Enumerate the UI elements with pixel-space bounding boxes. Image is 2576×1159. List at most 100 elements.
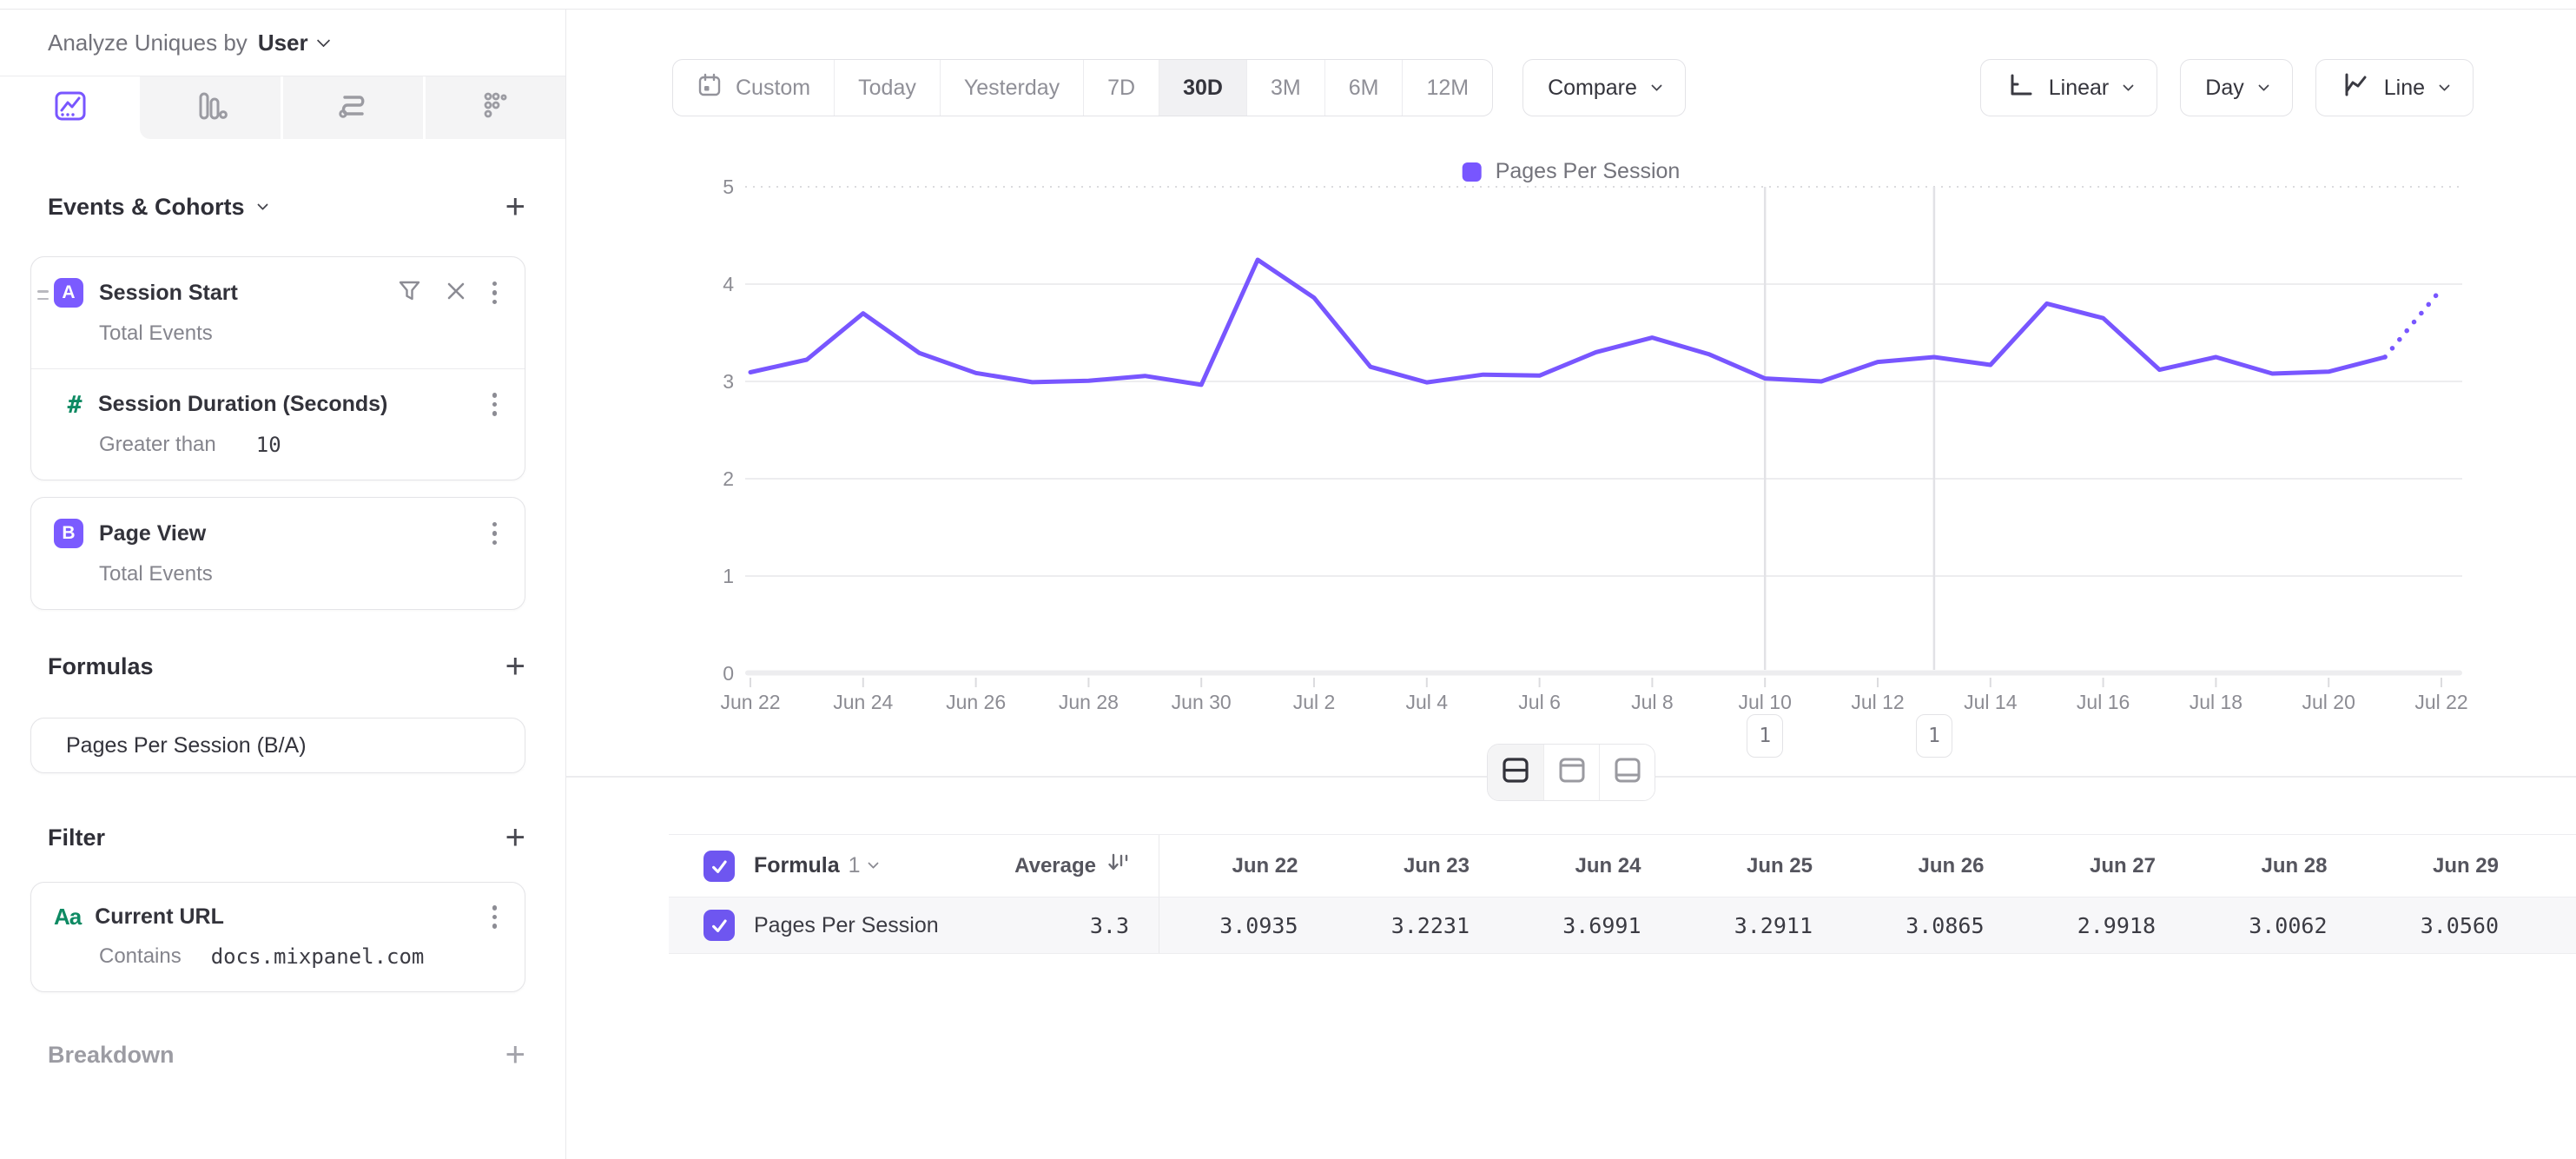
filter-title: Filter: [48, 825, 105, 851]
formulas-header: Formulas +: [48, 651, 525, 682]
report-main: CustomTodayYesterday7D30D3M6M12M Compare…: [566, 10, 2576, 1159]
event-a-measurement[interactable]: Total Events: [99, 321, 499, 346]
property-menu-icon[interactable]: [491, 391, 499, 418]
y-axis-label: 4: [723, 273, 734, 295]
event-a-badge: A: [54, 278, 83, 308]
insights-app: Analyze Uniques by User: [0, 10, 2576, 1159]
events-cohorts-header: Events & Cohorts +: [48, 191, 525, 222]
filter-property-name[interactable]: Current URL: [95, 904, 224, 930]
x-axis-label: Jul 18: [2190, 691, 2242, 713]
select-all-checkbox[interactable]: [703, 851, 735, 882]
add-filter-button[interactable]: +: [505, 825, 525, 851]
tab-metrics[interactable]: [423, 76, 565, 139]
average-column-header[interactable]: Average: [1014, 851, 1129, 881]
x-axis-label: Jul 14: [1964, 691, 2018, 713]
event-a-menu-icon[interactable]: [491, 280, 499, 307]
chevron-down-icon[interactable]: [257, 199, 268, 210]
y-axis-label: 2: [723, 467, 734, 490]
split-view-button[interactable]: [1488, 745, 1543, 800]
row-checkbox[interactable]: [703, 910, 735, 941]
filter-menu-icon[interactable]: [491, 904, 499, 931]
add-formula-button[interactable]: +: [505, 653, 525, 679]
chart-only-view-button[interactable]: [1543, 745, 1599, 800]
pages-per-session-line-chart: 012345Jun 22Jun 24Jun 26Jun 28Jun 30Jul …: [566, 10, 2576, 791]
date-column-value: 3.0865: [1846, 897, 2018, 953]
date-column-header[interactable]: Jun 29: [2361, 835, 2533, 897]
y-axis-label: 0: [723, 662, 734, 685]
annotation-badge[interactable]: 1: [1747, 714, 1783, 758]
event-b-menu-icon[interactable]: [491, 520, 499, 547]
property-operator[interactable]: Greater than: [99, 433, 216, 457]
remove-event-icon[interactable]: [446, 281, 466, 306]
date-column-header[interactable]: Jun 23: [1331, 835, 1503, 897]
date-column-header[interactable]: Jun 24: [1503, 835, 1674, 897]
sort-descending-icon: [1105, 851, 1129, 881]
add-breakdown-button[interactable]: +: [505, 1042, 525, 1068]
table-header-row: Formula 1 Average Jun 22Jun 23Jun 24Jun …: [669, 834, 2576, 897]
x-axis-label: Jun 30: [1172, 691, 1232, 713]
formula-expression[interactable]: Pages Per Session (B/A): [66, 733, 307, 758]
date-column-value: 2.9918: [2018, 897, 2190, 953]
y-axis-label: 1: [723, 565, 734, 587]
x-axis-baseline: [745, 671, 2462, 676]
tab-flow[interactable]: [281, 76, 423, 139]
property-value[interactable]: 10: [256, 433, 281, 457]
filter-card[interactable]: Aa Current URL Contains docs.mixpanel.co…: [30, 882, 525, 992]
filter-value[interactable]: docs.mixpanel.com: [211, 944, 425, 969]
results-table: Formula 1 Average Jun 22Jun 23Jun 24Jun …: [669, 834, 2576, 954]
metrics-icon: [475, 86, 515, 130]
date-column-value: 3.0935: [1159, 897, 1331, 953]
tab-insights-line[interactable]: [0, 76, 140, 139]
table-data-row[interactable]: Pages Per Session 3.3 3.09353.22313.6991…: [669, 897, 2576, 954]
event-b-name[interactable]: Page View: [99, 521, 206, 546]
filter-funnel-icon[interactable]: [398, 280, 421, 307]
event-a-row: A Session Start Total Events: [31, 257, 525, 368]
date-column-header[interactable]: Jun 28: [2189, 835, 2361, 897]
event-a-name[interactable]: Session Start: [99, 281, 238, 306]
date-column-header[interactable]: Jun 22: [1159, 835, 1331, 897]
row-average-value: 3.3: [1090, 913, 1129, 938]
formula-card[interactable]: Pages Per Session (B/A): [30, 718, 525, 773]
formula-header-label: Formula: [754, 853, 840, 878]
event-b-card[interactable]: B Page View Total Events: [30, 497, 525, 610]
x-axis-label: Jul 10: [1739, 691, 1792, 713]
x-axis-label: Jul 20: [2302, 691, 2355, 713]
event-b-badge: B: [54, 519, 83, 548]
x-axis-label: Jul 22: [2414, 691, 2467, 713]
date-column-header[interactable]: Jun 27: [2018, 835, 2190, 897]
event-b-measurement[interactable]: Total Events: [99, 562, 499, 586]
property-name[interactable]: Session Duration (Seconds): [98, 392, 387, 417]
line-chart-icon: [50, 86, 90, 130]
series-line-projected[interactable]: [2385, 289, 2441, 357]
x-axis-label: Jun 24: [833, 691, 893, 713]
chart-only-view-icon: [1557, 757, 1587, 789]
annotation-badge[interactable]: 1: [1916, 714, 1952, 758]
date-column-value: 3.6991: [1503, 897, 1674, 953]
view-layout-toggle: [1487, 744, 1655, 801]
tab-bar-chart[interactable]: [140, 76, 280, 139]
analyze-uniques-value[interactable]: User: [258, 30, 308, 56]
breakdown-header: Breakdown +: [48, 1039, 525, 1070]
events-cohorts-title: Events & Cohorts: [48, 194, 245, 221]
x-axis-label: Jul 16: [2077, 691, 2130, 713]
date-column-value: 3.0062: [2189, 897, 2361, 953]
bar-chart-icon: [190, 86, 230, 130]
series-line[interactable]: [750, 260, 2385, 385]
chevron-down-icon[interactable]: [316, 33, 330, 47]
table-header-frozen: Formula 1 Average: [669, 835, 1159, 897]
filter-operator[interactable]: Contains: [99, 944, 182, 969]
x-axis-label: Jul 12: [1851, 691, 1904, 713]
drag-handle-icon[interactable]: [37, 290, 49, 300]
split-view-icon: [1501, 757, 1530, 789]
date-column-value: 3.2911: [1674, 897, 1846, 953]
date-column-value: 3.2231: [1331, 897, 1503, 953]
table-data-frozen: Pages Per Session 3.3: [669, 897, 1159, 953]
date-column-header[interactable]: Jun 26: [1846, 835, 2018, 897]
formula-column-header[interactable]: Formula 1: [754, 853, 877, 878]
add-event-button[interactable]: +: [505, 194, 525, 220]
event-a-card[interactable]: A Session Start Total Events: [30, 256, 525, 480]
row-series-label: Pages Per Session: [754, 913, 939, 938]
formulas-title: Formulas: [48, 653, 154, 680]
date-column-header[interactable]: Jun 25: [1674, 835, 1846, 897]
table-only-view-button[interactable]: [1599, 745, 1655, 800]
